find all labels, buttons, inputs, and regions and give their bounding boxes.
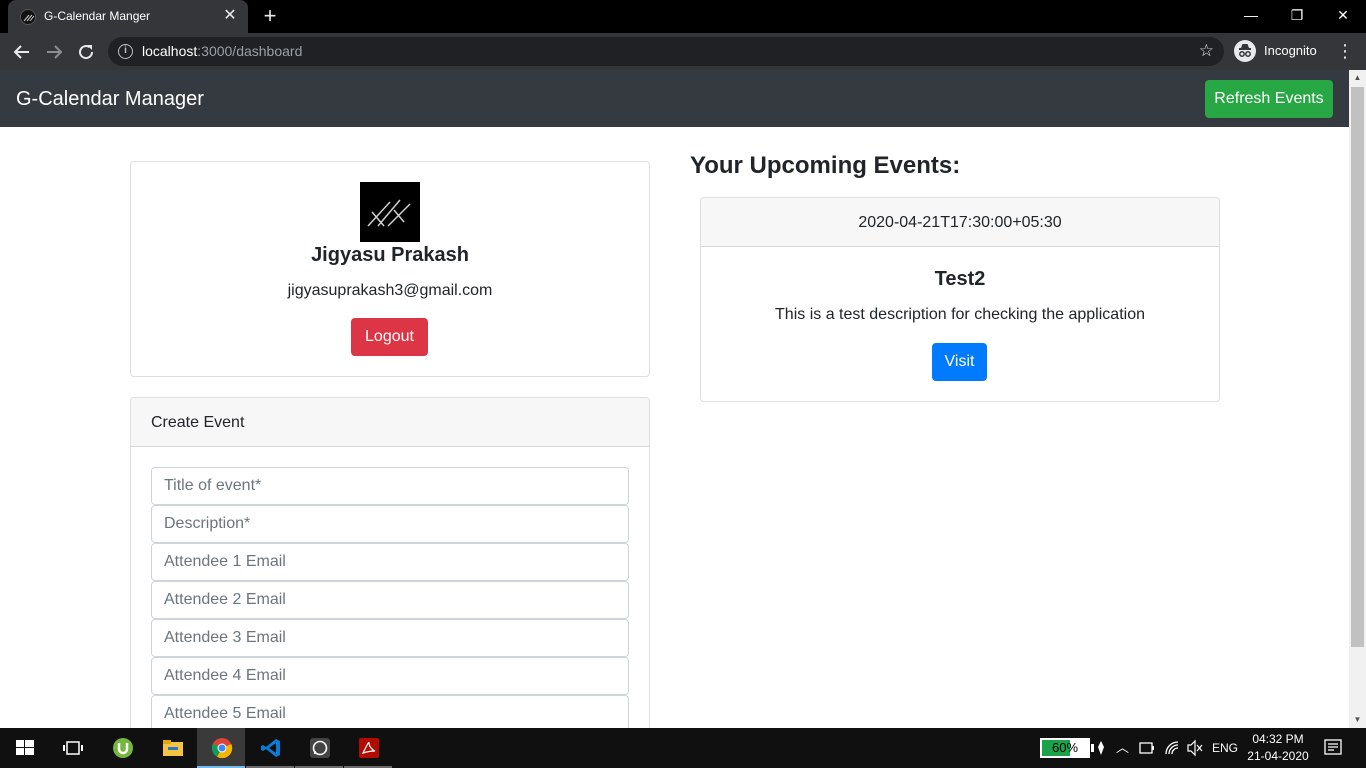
address-bar[interactable]: i localhost:3000/dashboard ☆	[108, 37, 1224, 66]
incognito-label: Incognito	[1264, 43, 1317, 58]
event-description: This is a test description for checking …	[775, 306, 1145, 323]
create-event-title: Create Event	[151, 414, 245, 431]
attendee-2-email-input[interactable]	[151, 581, 629, 619]
language-indicator[interactable]: ENG	[1212, 728, 1238, 768]
back-arrow-icon[interactable]	[10, 40, 34, 64]
vscode-icon[interactable]	[246, 728, 294, 768]
event-card-header: 2020-04-21T17:30:00+05:30	[701, 198, 1219, 247]
incognito-icon	[1234, 40, 1256, 62]
pen-icon[interactable]	[1096, 728, 1106, 768]
chevron-up-icon[interactable]: ︿	[1116, 728, 1129, 768]
minimize-window-icon[interactable]: —	[1228, 0, 1274, 33]
chrome-icon[interactable]	[197, 728, 245, 768]
visit-event-button[interactable]: Visit	[932, 343, 987, 381]
whatsapp-icon[interactable]	[295, 728, 343, 768]
profile-name: Jigyasu Prakash	[311, 244, 469, 266]
browser-tabstrip: G-Calendar Manger ✕ + — ❐ ✕	[0, 0, 1366, 33]
event-card: 2020-04-21T17:30:00+05:30 Test2 This is …	[700, 197, 1220, 402]
forward-arrow-icon[interactable]	[42, 40, 66, 64]
create-event-header: Create Event	[131, 398, 649, 447]
browser-toolbar: i localhost:3000/dashboard ☆ Incognito ⋮	[0, 33, 1366, 70]
clock-date: 21-04-2020	[1247, 749, 1309, 763]
event-description-input[interactable]	[151, 505, 629, 543]
site-info-icon[interactable]: i	[118, 44, 133, 59]
scroll-up-icon[interactable]: ▲	[1349, 72, 1366, 84]
restore-window-icon[interactable]: ❐	[1274, 0, 1320, 33]
power-plug-icon[interactable]	[1138, 728, 1156, 768]
page-scrollbar[interactable]: ▲ ▼	[1349, 70, 1366, 728]
event-title: Test2	[934, 268, 986, 290]
app-navbar: G-Calendar Manager Refresh Events	[0, 70, 1349, 127]
start-icon[interactable]	[0, 728, 48, 768]
battery-percent: 60%	[1051, 740, 1079, 755]
address-url: localhost:3000/dashboard	[142, 43, 303, 59]
close-tab-icon[interactable]: ✕	[220, 6, 240, 26]
taskbar-clock[interactable]: 04:32 PM 21-04-2020	[1236, 731, 1320, 765]
attendee-5-email-input[interactable]	[151, 695, 629, 728]
attendee-1-email-input[interactable]	[151, 543, 629, 581]
attendee-4-email-input[interactable]	[151, 657, 629, 695]
acrobat-icon[interactable]	[344, 728, 392, 768]
app-brand[interactable]: G-Calendar Manager	[16, 88, 204, 111]
event-title-input[interactable]	[151, 467, 629, 505]
profile-email: jigyasuprakash3@gmail.com	[287, 282, 493, 299]
wifi-icon[interactable]	[1164, 728, 1180, 768]
speaker-muted-icon[interactable]	[1186, 728, 1204, 768]
attendee-3-email-input[interactable]	[151, 619, 629, 657]
browser-tab[interactable]: G-Calendar Manger ✕	[8, 0, 248, 33]
windows-taskbar: 60% ︿ ENG 04:32 PM 21-04-2020	[0, 728, 1366, 768]
profile-card: Jigyasu Prakash jigyasuprakash3@gmail.co…	[130, 161, 650, 377]
logout-button[interactable]: Logout	[351, 318, 428, 356]
close-window-icon[interactable]: ✕	[1320, 0, 1366, 33]
battery-indicator[interactable]: 60%	[1040, 738, 1094, 758]
create-event-card: Create Event	[130, 397, 650, 728]
scroll-down-icon[interactable]: ▼	[1349, 714, 1366, 726]
tab-title: G-Calendar Manger	[44, 9, 151, 23]
page-viewport: G-Calendar Manager Refresh Events Jigyas…	[0, 70, 1349, 728]
utorrent-icon[interactable]	[98, 728, 146, 768]
avatar	[360, 182, 420, 242]
battery-terminal	[1091, 744, 1094, 752]
site-favicon-icon	[20, 9, 36, 25]
new-tab-icon[interactable]: +	[258, 5, 282, 29]
reload-icon[interactable]	[74, 40, 98, 64]
task-view-icon[interactable]	[48, 728, 96, 768]
event-start-time: 2020-04-21T17:30:00+05:30	[858, 214, 1062, 231]
browser-menu-icon[interactable]: ⋮	[1336, 40, 1354, 62]
upcoming-events-heading: Your Upcoming Events:	[690, 152, 961, 179]
file-explorer-icon[interactable]	[148, 728, 196, 768]
refresh-events-button[interactable]: Refresh Events	[1205, 80, 1333, 118]
clock-time: 04:32 PM	[1252, 732, 1304, 746]
scrollbar-thumb[interactable]	[1351, 87, 1364, 647]
bookmark-star-icon[interactable]: ☆	[1199, 41, 1214, 61]
notifications-icon[interactable]	[1324, 728, 1342, 768]
